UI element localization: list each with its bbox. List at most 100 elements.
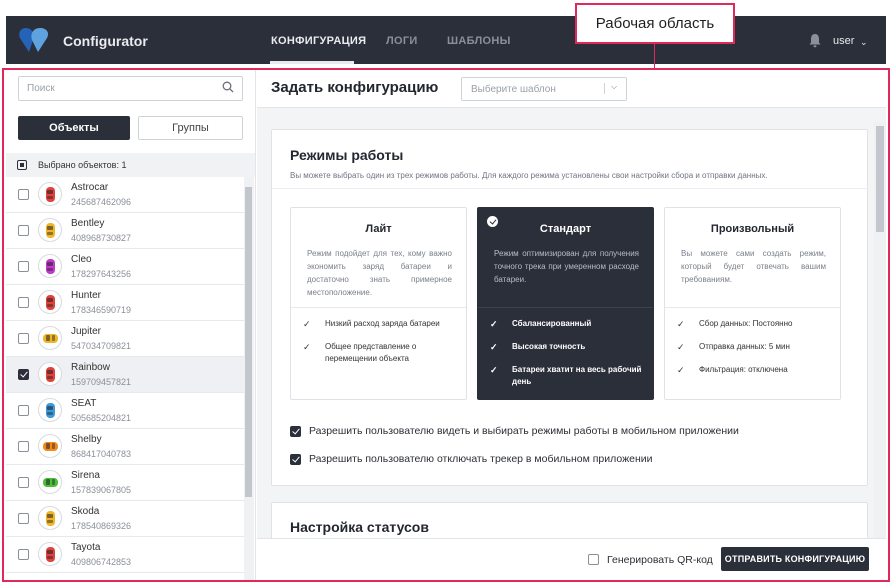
avatar xyxy=(38,434,62,458)
divider xyxy=(291,307,466,308)
car-icon xyxy=(45,186,55,202)
object-id: 178540869326 xyxy=(71,521,132,531)
object-list: Astrocar 245687462096 Bentley 408968730827 C… xyxy=(6,177,244,573)
qr-checkbox[interactable] xyxy=(588,554,599,565)
template-select[interactable]: Выберите шаблон xyxy=(461,77,627,101)
object-name: Cleo xyxy=(71,254,92,265)
object-checkbox[interactable] xyxy=(18,297,29,308)
brand-name: Configurator xyxy=(63,33,148,49)
check-icon: ✓ xyxy=(303,319,311,329)
object-checkbox[interactable] xyxy=(18,477,29,488)
sidebar-scrollbar-thumb[interactable] xyxy=(245,187,252,497)
object-checkbox[interactable] xyxy=(18,441,29,452)
list-item[interactable]: Tayota 409806742853 xyxy=(6,537,244,573)
object-id: 178297643256 xyxy=(71,269,132,279)
tab-objects[interactable]: Объекты xyxy=(18,116,130,140)
annotation-label: Рабочая область xyxy=(575,3,735,44)
object-id: 178346590719 xyxy=(71,305,132,315)
check-icon: ✓ xyxy=(677,319,685,329)
mode-standard[interactable]: Стандарт Режим оптимизирован для получен… xyxy=(477,207,654,400)
avatar xyxy=(38,326,62,350)
list-item[interactable]: Sirena 157839067805 xyxy=(6,465,244,501)
modes-card: Режимы работы Вы можете выбрать один из … xyxy=(271,129,869,486)
object-id: 409806742853 xyxy=(71,557,132,567)
avatar xyxy=(38,254,62,278)
sidebar: Поиск Объекты Группы Выбрано объектов: 1… xyxy=(6,70,256,580)
mode-description: Вы можете сами создать режим, который бу… xyxy=(681,249,826,284)
avatar xyxy=(38,506,62,530)
object-checkbox[interactable] xyxy=(18,333,29,344)
check-icon: ✓ xyxy=(677,365,685,375)
car-icon xyxy=(45,366,55,382)
mode-lite[interactable]: Лайт Режим подойдет для тех, кому важно … xyxy=(290,207,467,400)
object-name: Hunter xyxy=(71,290,102,301)
car-icon xyxy=(42,441,58,451)
option-label: Разрешить пользователю видеть и выбирать… xyxy=(309,425,739,437)
search-icon[interactable] xyxy=(222,81,234,93)
tab-groups[interactable]: Группы xyxy=(138,116,243,140)
object-name: Shelby xyxy=(71,434,102,445)
nav-configuration[interactable]: КОНФИГУРАЦИЯ xyxy=(271,35,366,47)
option-checkbox[interactable] xyxy=(290,426,301,437)
mode-description: Режим подойдет для тех, кому важно эконо… xyxy=(307,249,452,297)
object-checkbox[interactable] xyxy=(18,405,29,416)
list-item[interactable]: Bentley 408968730827 xyxy=(6,213,244,249)
object-checkbox[interactable] xyxy=(18,225,29,236)
avatar xyxy=(38,182,62,206)
main-scrollbar[interactable] xyxy=(874,122,886,540)
object-checkbox[interactable] xyxy=(18,369,29,380)
object-name: Jupiter xyxy=(71,326,102,337)
car-icon xyxy=(45,258,55,274)
list-item[interactable]: Jupiter 547034709821 xyxy=(6,321,244,357)
object-name: Sirena xyxy=(71,470,100,481)
check-icon: ✓ xyxy=(490,365,498,375)
check-icon: ✓ xyxy=(303,342,311,352)
divider xyxy=(272,188,869,189)
object-name: Bentley xyxy=(71,218,105,229)
footer-bar: Генерировать QR-код ОТПРАВИТЬ КОНФИГУРАЦ… xyxy=(257,538,886,580)
list-item[interactable]: SEAT 505685204821 xyxy=(6,393,244,429)
sidebar-scrollbar[interactable] xyxy=(244,177,254,580)
page-title: Задать конфигурацию xyxy=(271,79,439,96)
mode-custom[interactable]: Произвольный Вы можете сами создать режи… xyxy=(664,207,841,400)
object-checkbox[interactable] xyxy=(18,549,29,560)
chevron-down-icon[interactable]: ⌄ xyxy=(860,37,868,48)
car-icon xyxy=(45,294,55,310)
select-separator xyxy=(604,83,605,94)
chevron-down-icon[interactable]: ⌵ xyxy=(611,82,617,92)
car-icon xyxy=(45,510,55,526)
bell-icon[interactable] xyxy=(808,33,822,48)
object-id: 505685204821 xyxy=(71,413,132,423)
object-checkbox[interactable] xyxy=(18,189,29,200)
nav-templates[interactable]: ШАБЛОНЫ xyxy=(447,35,511,47)
object-name: Astrocar xyxy=(71,182,109,193)
list-item[interactable]: Skoda 178540869326 xyxy=(6,501,244,537)
search-input[interactable]: Поиск xyxy=(18,76,243,101)
nav-active-indicator xyxy=(270,61,354,64)
object-name: Rainbow xyxy=(71,362,110,373)
list-item[interactable]: Rainbow 159709457821 xyxy=(6,357,244,393)
object-checkbox[interactable] xyxy=(18,261,29,272)
object-id: 547034709821 xyxy=(71,341,132,351)
main-scrollbar-thumb[interactable] xyxy=(876,126,884,232)
select-all-checkbox[interactable] xyxy=(17,160,27,170)
avatar xyxy=(38,218,62,242)
avatar xyxy=(38,470,62,494)
object-id: 159709457821 xyxy=(71,377,132,387)
qr-label: Генерировать QR-код xyxy=(607,554,713,566)
option-checkbox[interactable] xyxy=(290,454,301,465)
option-label: Разрешить пользователю отключать трекер … xyxy=(309,453,653,465)
list-item[interactable]: Shelby 868417040783 xyxy=(6,429,244,465)
list-item[interactable]: Cleo 178297643256 xyxy=(6,249,244,285)
send-config-button[interactable]: ОТПРАВИТЬ КОНФИГУРАЦИЮ xyxy=(721,547,869,571)
car-icon xyxy=(45,222,55,238)
object-name: SEAT xyxy=(71,398,97,409)
list-item[interactable]: Astrocar 245687462096 xyxy=(6,177,244,213)
nav-logs[interactable]: ЛОГИ xyxy=(386,35,418,47)
user-menu[interactable]: user xyxy=(833,35,854,47)
object-id: 245687462096 xyxy=(71,197,132,207)
list-item[interactable]: Hunter 178346590719 xyxy=(6,285,244,321)
object-checkbox[interactable] xyxy=(18,513,29,524)
main-area: Задать конфигурацию Выберите шаблон ⌵ Ре… xyxy=(257,70,886,580)
mode-description: Режим оптимизирован для получения точног… xyxy=(494,249,639,284)
